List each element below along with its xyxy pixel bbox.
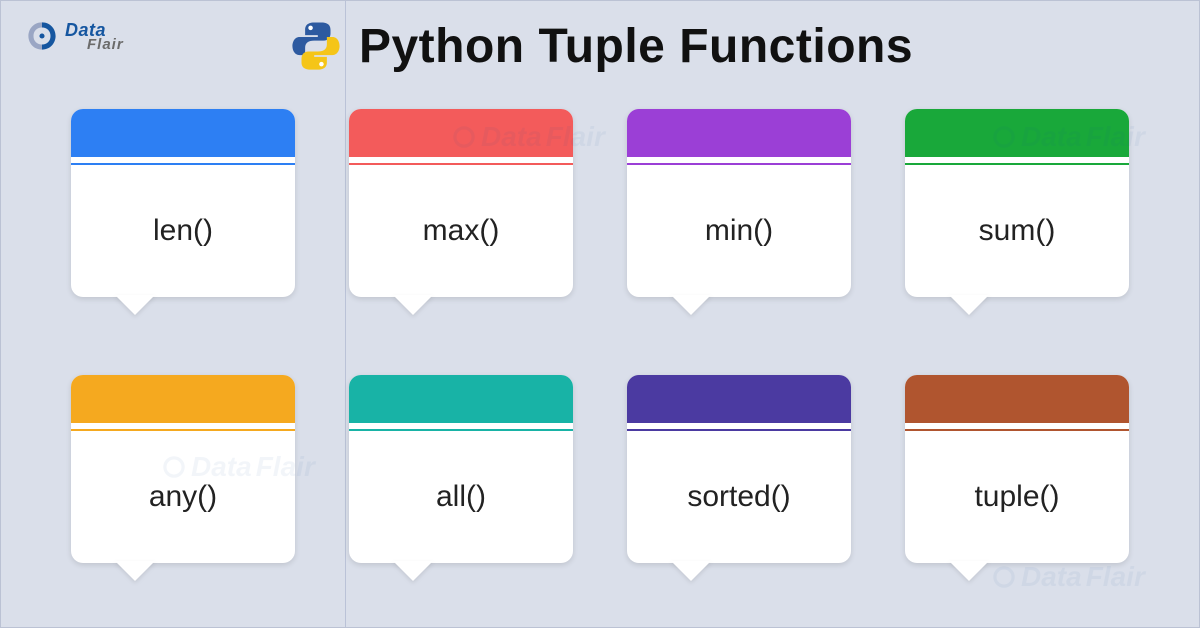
card-label: sorted() [627,431,851,563]
function-card-max: max() [349,109,573,297]
card-header [905,375,1129,423]
card-header [627,109,851,157]
card-label: len() [71,165,295,297]
function-card-sorted: sorted() [627,375,851,563]
function-card-all: all() [349,375,573,563]
card-header [349,109,573,157]
card-label: min() [627,165,851,297]
function-card-sum: sum() [905,109,1129,297]
title-row: Python Tuple Functions [1,17,1199,75]
card-label: all() [349,431,573,563]
card-label: any() [71,431,295,563]
function-card-tuple: tuple() [905,375,1129,563]
python-logo-icon [287,17,345,75]
function-card-any: any() [71,375,295,563]
card-label: tuple() [905,431,1129,563]
card-header [905,109,1129,157]
functions-grid: len() max() min() sum() any() all() sort… [1,109,1199,595]
function-card-len: len() [71,109,295,297]
card-header [349,375,573,423]
card-header [627,375,851,423]
card-label: sum() [905,165,1129,297]
page-title: Python Tuple Functions [359,19,913,74]
card-label: max() [349,165,573,297]
card-header [71,109,295,157]
function-card-min: min() [627,109,851,297]
card-header [71,375,295,423]
